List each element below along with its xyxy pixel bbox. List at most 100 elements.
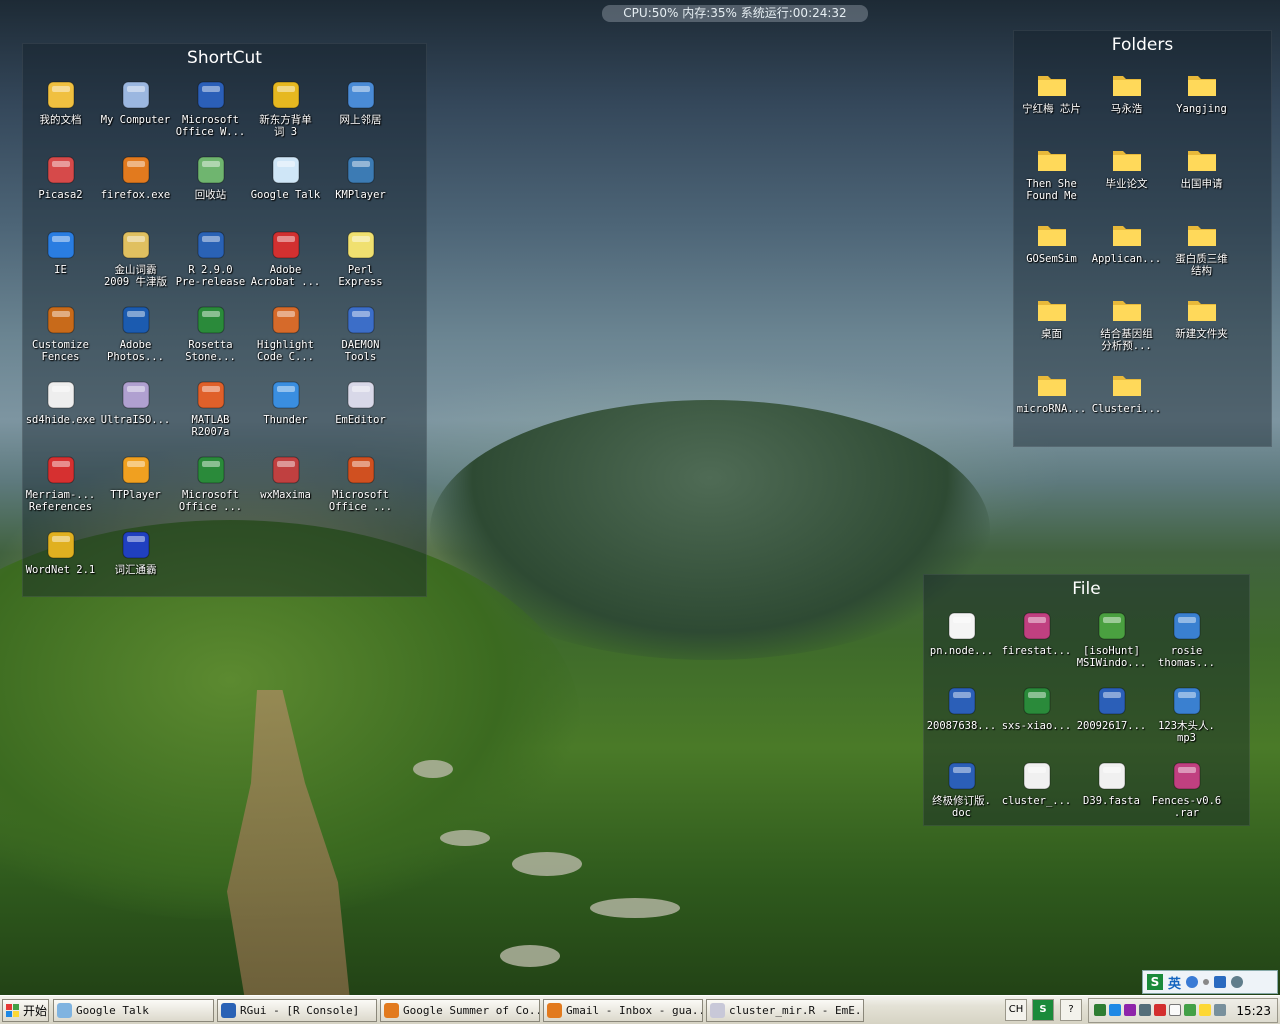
volume-icon[interactable] bbox=[1214, 1004, 1226, 1016]
language-indicator[interactable]: CH bbox=[1005, 999, 1027, 1021]
folder-icon bbox=[1185, 292, 1219, 326]
dropbox-icon[interactable] bbox=[1109, 1004, 1121, 1016]
folders-item[interactable]: 新建文件夹 bbox=[1164, 290, 1239, 365]
file-item[interactable]: 20092617... bbox=[1074, 682, 1149, 757]
shortcut-item[interactable]: UltraISO... bbox=[98, 376, 173, 451]
shortcut-item[interactable]: Thunder bbox=[248, 376, 323, 451]
shortcut-item[interactable]: EmEditor bbox=[323, 376, 398, 451]
file-item[interactable]: rosie thomas... bbox=[1149, 607, 1224, 682]
ime-mode-label[interactable]: 英 bbox=[1168, 973, 1181, 992]
settings-icon[interactable] bbox=[1231, 976, 1244, 988]
fence-folders[interactable]: Folders 宁红梅 芯片 马永浩 Yangjing Then She Found … bbox=[1013, 30, 1272, 447]
shortcut-item[interactable]: Adobe Acrobat ... bbox=[248, 226, 323, 301]
shortcut-item[interactable]: My Computer bbox=[98, 76, 173, 151]
upload-arrow-icon[interactable] bbox=[1184, 1004, 1196, 1016]
shortcut-item[interactable]: Perl Express bbox=[323, 226, 398, 301]
file-item[interactable]: Fences-v0.6 .rar bbox=[1149, 757, 1224, 832]
speech-bubble-icon[interactable] bbox=[1169, 1004, 1181, 1016]
shortcut-item[interactable]: Customize Fences bbox=[23, 301, 98, 376]
fence-title: ShortCut bbox=[187, 48, 262, 68]
file-item[interactable]: 20087638... bbox=[924, 682, 999, 757]
shortcut-item[interactable]: MATLAB R2007a bbox=[173, 376, 248, 451]
punctuation-icon[interactable] bbox=[1203, 979, 1210, 985]
shortcut-item-label: wxMaxima bbox=[260, 489, 311, 501]
shortcut-item[interactable]: 金山词霸 2009 牛津版 bbox=[98, 226, 173, 301]
shortcut-item[interactable]: Google Talk bbox=[248, 151, 323, 226]
moon-icon[interactable] bbox=[1186, 976, 1199, 988]
folders-item-label: Clusteri... bbox=[1091, 403, 1162, 415]
folders-item[interactable]: GOSemSim bbox=[1014, 215, 1089, 290]
folders-item-label: 蛋白质三维 结构 bbox=[1175, 253, 1228, 277]
taskbar-button[interactable]: cluster_mir.R - EmE... bbox=[706, 999, 864, 1022]
file-item[interactable]: sxs-xiao... bbox=[999, 682, 1074, 757]
shortcut-item[interactable]: Rosetta Stone... bbox=[173, 301, 248, 376]
help-button[interactable]: ? bbox=[1060, 999, 1082, 1021]
start-button[interactable]: 开始 bbox=[2, 999, 49, 1022]
folders-item[interactable]: Then She Found Me bbox=[1014, 140, 1089, 215]
taskbar-button[interactable]: RGui - [R Console] bbox=[217, 999, 377, 1022]
shortcut-item[interactable]: sd4hide.exe bbox=[23, 376, 98, 451]
folders-item[interactable]: 毕业论文 bbox=[1089, 140, 1164, 215]
folders-item[interactable]: 马永浩 bbox=[1089, 65, 1164, 140]
file-item[interactable]: cluster_... bbox=[999, 757, 1074, 832]
shortcut-item[interactable]: KMPlayer bbox=[323, 151, 398, 226]
folders-item[interactable]: 蛋白质三维 结构 bbox=[1164, 215, 1239, 290]
keyboard-icon[interactable] bbox=[1214, 976, 1227, 988]
shortcut-item[interactable]: 网上邻居 bbox=[323, 76, 398, 151]
ime-language-bar[interactable]: S 英 bbox=[1142, 970, 1278, 994]
folders-item[interactable]: 桌面 bbox=[1014, 290, 1089, 365]
taskbar-button[interactable]: Google Summer of Co... bbox=[380, 999, 540, 1022]
folders-item[interactable]: Applican... bbox=[1089, 215, 1164, 290]
folder-icon bbox=[1185, 217, 1219, 251]
file-item[interactable]: firestat... bbox=[999, 607, 1074, 682]
photoshop-icon bbox=[119, 303, 153, 337]
network-icon[interactable] bbox=[1094, 1004, 1106, 1016]
monitor-icon[interactable] bbox=[1139, 1004, 1151, 1016]
shortcut-item[interactable]: 新东方背单 词 3 bbox=[248, 76, 323, 151]
shortcut-item[interactable]: 词汇通霸 bbox=[98, 526, 173, 601]
file-item[interactable]: [isoHunt] MSIWindo... bbox=[1074, 607, 1149, 682]
taskbar-button[interactable]: Google Talk bbox=[53, 999, 214, 1022]
file-item[interactable]: 123木头人. mp3 bbox=[1149, 682, 1224, 757]
shortcut-item[interactable]: 回收站 bbox=[173, 151, 248, 226]
shortcut-item[interactable]: Microsoft Office ... bbox=[173, 451, 248, 526]
folders-item[interactable]: microRNA... bbox=[1014, 365, 1089, 440]
shortcut-item[interactable]: IE bbox=[23, 226, 98, 301]
shortcut-item[interactable]: wxMaxima bbox=[248, 451, 323, 526]
shortcut-item[interactable]: DAEMON Tools bbox=[323, 301, 398, 376]
file-item-label: 20092617... bbox=[1076, 720, 1147, 732]
folders-item[interactable]: 结合基因组 分析预... bbox=[1089, 290, 1164, 365]
shortcut-item[interactable]: Microsoft Office W... bbox=[173, 76, 248, 151]
shortcut-item[interactable]: 我的文档 bbox=[23, 76, 98, 151]
taskbar-button[interactable]: Gmail - Inbox - gua... bbox=[543, 999, 703, 1022]
shortcut-item[interactable]: Microsoft Office ... bbox=[323, 451, 398, 526]
file-item-label: [isoHunt] MSIWindo... bbox=[1076, 645, 1147, 669]
fence-file[interactable]: File pn.node... firestat... [isoHunt] MSIW… bbox=[923, 574, 1250, 826]
folders-item[interactable]: 宁红梅 芯片 bbox=[1014, 65, 1089, 140]
shortcut-item[interactable]: Picasa2 bbox=[23, 151, 98, 226]
shortcut-item[interactable]: Highlight Code C... bbox=[248, 301, 323, 376]
sogou-tray-button[interactable]: S bbox=[1032, 999, 1054, 1021]
shortcut-item[interactable]: TTPlayer bbox=[98, 451, 173, 526]
wxmaxima-icon bbox=[269, 453, 303, 487]
clock[interactable]: 15:23 bbox=[1236, 999, 1271, 1023]
file-item[interactable]: 终极修订版. doc bbox=[924, 757, 999, 832]
fence-shortcut[interactable]: ShortCut 我的文档 My Computer Microsoft Office… bbox=[22, 43, 427, 597]
folders-item[interactable]: 出国申请 bbox=[1164, 140, 1239, 215]
shortcut-item-label: Picasa2 bbox=[38, 189, 83, 201]
app-tray-icon[interactable] bbox=[1124, 1004, 1136, 1016]
security-icon[interactable] bbox=[1154, 1004, 1166, 1016]
folders-item[interactable]: Clusteri... bbox=[1089, 365, 1164, 440]
shortcut-item[interactable]: R 2.9.0 Pre-release bbox=[173, 226, 248, 301]
sogou-ime-icon[interactable]: S bbox=[1147, 974, 1163, 990]
removable-device-icon[interactable] bbox=[1199, 1004, 1211, 1016]
file-item[interactable]: pn.node... bbox=[924, 607, 999, 682]
shortcut-item[interactable]: Merriam-... References bbox=[23, 451, 98, 526]
folders-item[interactable]: Yangjing bbox=[1164, 65, 1239, 140]
shortcut-item[interactable]: Adobe Photos... bbox=[98, 301, 173, 376]
shortcut-item[interactable]: firefox.exe bbox=[98, 151, 173, 226]
file-item[interactable]: D39.fasta bbox=[1074, 757, 1149, 832]
shortcut-item[interactable]: WordNet 2.1 bbox=[23, 526, 98, 601]
shortcut-item-label: MATLAB R2007a bbox=[191, 414, 230, 438]
rock bbox=[413, 760, 453, 778]
